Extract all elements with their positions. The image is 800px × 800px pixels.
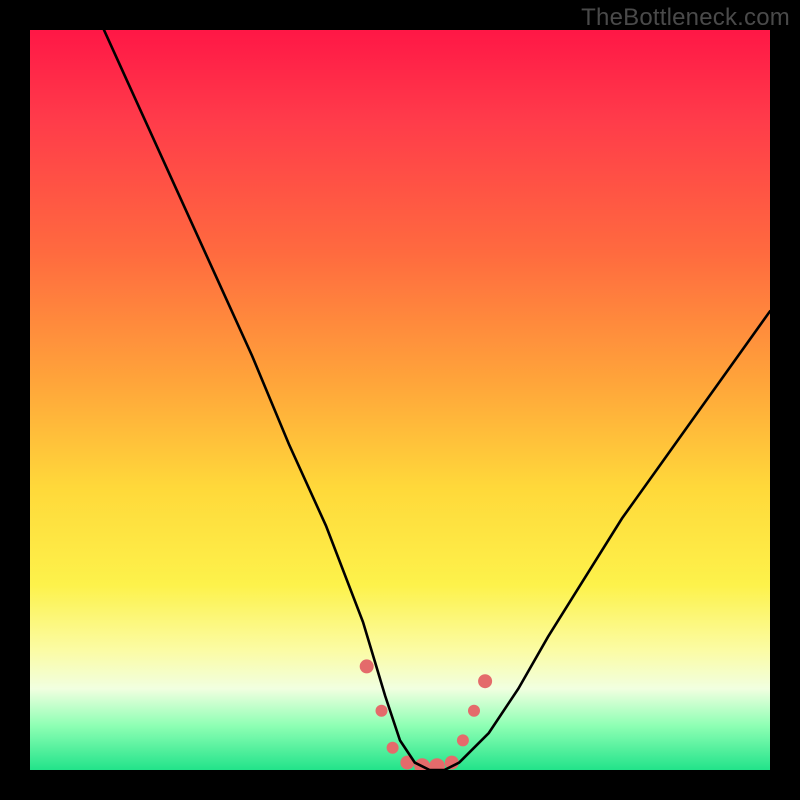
highlight-dot: [468, 705, 480, 717]
bottleneck-curve: [104, 30, 770, 770]
plot-area: [30, 30, 770, 770]
highlight-dot: [387, 742, 399, 754]
watermark-text: TheBottleneck.com: [581, 4, 790, 32]
chart-svg: [30, 30, 770, 770]
chart-frame: TheBottleneck.com: [0, 0, 800, 800]
highlight-dot: [478, 674, 492, 688]
highlight-dot: [457, 734, 469, 746]
highlight-dot: [376, 705, 388, 717]
highlight-dot: [429, 758, 445, 770]
highlight-dot: [360, 659, 374, 673]
